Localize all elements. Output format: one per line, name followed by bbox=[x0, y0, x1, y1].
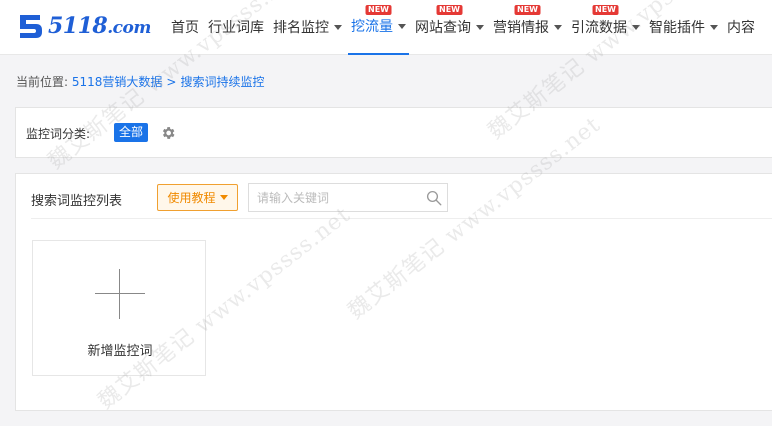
tutorial-button[interactable]: 使用教程 bbox=[157, 184, 238, 211]
filter-panel: 监控词分类: 全部 bbox=[15, 107, 772, 158]
nav-item-3[interactable]: 挖流量 NEW bbox=[348, 0, 409, 55]
breadcrumb-separator: > bbox=[166, 75, 177, 89]
breadcrumb: 当前位置: 5118营销大数据 > 搜索词持续监控 bbox=[16, 73, 265, 90]
new-badge: NEW bbox=[436, 5, 463, 15]
list-title: 搜索词监控列表 bbox=[31, 194, 123, 209]
new-badge: NEW bbox=[514, 5, 541, 15]
gear-icon[interactable] bbox=[160, 125, 176, 141]
search-input[interactable] bbox=[249, 184, 419, 211]
new-badge: NEW bbox=[365, 5, 392, 15]
nav-item-0[interactable]: 首页 bbox=[168, 0, 202, 55]
chevron-down-icon bbox=[398, 24, 406, 29]
chevron-down-icon bbox=[476, 25, 484, 30]
chevron-down-icon bbox=[632, 25, 640, 30]
nav-item-label: 排名监控 bbox=[273, 19, 329, 36]
nav-item-7[interactable]: 智能插件 bbox=[646, 0, 721, 55]
divider bbox=[31, 218, 772, 219]
breadcrumb-prefix: 当前位置: bbox=[16, 75, 69, 89]
breadcrumb-link-home[interactable]: 5118营销大数据 bbox=[72, 75, 163, 89]
nav-item-5[interactable]: 营销情报 NEW bbox=[490, 0, 565, 55]
breadcrumb-link-current[interactable]: 搜索词持续监控 bbox=[180, 75, 264, 89]
category-tag-all[interactable]: 全部 bbox=[114, 123, 149, 142]
nav-item-label: 内容 bbox=[727, 19, 755, 36]
add-keyword-card[interactable]: 新增监控词 bbox=[32, 240, 206, 376]
nav-item-2[interactable]: 排名监控 bbox=[270, 0, 345, 55]
new-badge: NEW bbox=[592, 5, 619, 15]
nav-item-1[interactable]: 行业词库 bbox=[205, 0, 267, 55]
chevron-down-icon bbox=[710, 25, 718, 30]
tutorial-label: 使用教程 bbox=[167, 191, 216, 205]
nav-item-6[interactable]: 引流数据 NEW bbox=[568, 0, 643, 55]
nav-item-8[interactable]: 内容 bbox=[724, 0, 758, 55]
logo[interactable]: 5118.com bbox=[14, 10, 151, 42]
logo-text: 5118.com bbox=[48, 13, 151, 39]
category-label: 监控词分类: bbox=[26, 127, 91, 141]
chevron-down-icon bbox=[554, 25, 562, 30]
plus-icon bbox=[95, 269, 145, 319]
nav-item-4[interactable]: 网站查询 NEW bbox=[412, 0, 487, 55]
monitor-list-panel: 搜索词监控列表 使用教程 新增监控词 bbox=[15, 173, 772, 411]
nav-item-label: 智能插件 bbox=[649, 19, 705, 36]
top-nav: 5118.com 首页 行业词库 排名监控 挖流量 NEW 网站查询 NEW 营销情报 NEW 引… bbox=[0, 0, 772, 55]
main-nav: 首页 行业词库 排名监控 挖流量 NEW 网站查询 NEW 营销情报 NEW 引流数据 NEW 智能插… bbox=[168, 0, 761, 55]
search-box bbox=[248, 183, 448, 212]
nav-item-label: 行业词库 bbox=[208, 19, 264, 36]
logo-icon bbox=[20, 15, 42, 38]
chevron-down-icon bbox=[334, 25, 342, 30]
add-keyword-label: 新增监控词 bbox=[87, 344, 153, 359]
search-icon[interactable] bbox=[425, 189, 443, 207]
chevron-down-icon bbox=[219, 195, 228, 200]
nav-item-label: 首页 bbox=[171, 19, 199, 36]
